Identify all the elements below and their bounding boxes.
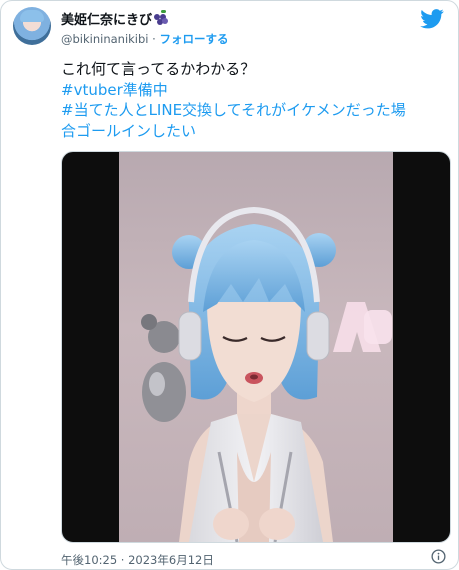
follow-button[interactable]: フォローする [159, 32, 228, 46]
video-player[interactable] [61, 151, 451, 543]
tweet-timestamp[interactable]: 午後10:25 · 2023年6月12日 [61, 552, 214, 568]
tweet-text: これ何て言ってるかわかる？ #vtuber準備中 #当てた人とLINE交換してそ… [61, 59, 446, 141]
tweet-line: これ何て言ってるかわかる？ [61, 60, 256, 78]
tweet-card: 美姫仁奈にきび @bikininanikibi · フォローする これ何て言って… [0, 0, 459, 570]
author-display-name[interactable]: 美姫仁奈にきび [61, 9, 152, 28]
twitter-bird-icon[interactable] [420, 9, 444, 29]
grapes-icon [154, 9, 169, 26]
avatar[interactable] [13, 7, 51, 45]
author-handle[interactable]: @bikininanikibi [61, 32, 149, 46]
hashtag-link[interactable]: #当てた人とLINE交換してそれがイケメンだった場 [61, 100, 446, 121]
hashtag-link[interactable]: 合ゴールインしたい [61, 121, 446, 142]
info-icon[interactable] [431, 549, 446, 564]
author-handle-row: @bikininanikibi · フォローする [61, 31, 228, 47]
video-frame [119, 152, 393, 542]
separator: · [152, 32, 156, 46]
hashtag-link[interactable]: #vtuber準備中 [61, 80, 446, 101]
author-name-row[interactable]: 美姫仁奈にきび [61, 9, 169, 28]
